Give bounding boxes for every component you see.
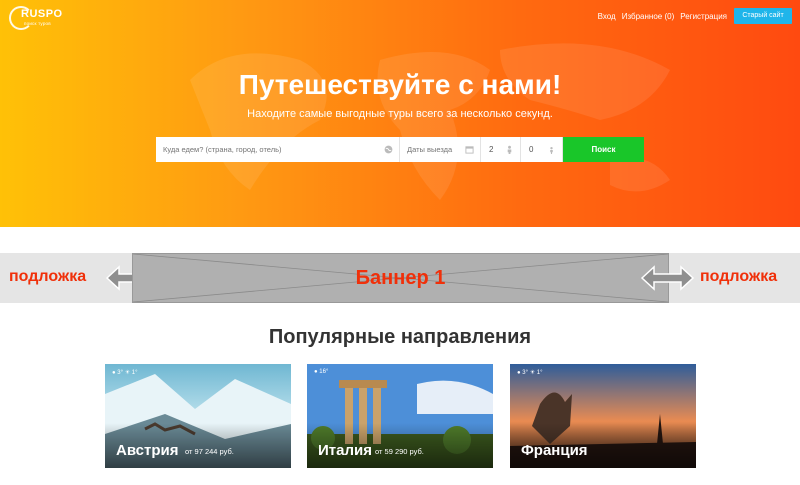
austria-country: Австрия — [116, 442, 179, 459]
double-arrow-right-icon — [640, 265, 695, 291]
child-person-icon — [550, 146, 553, 154]
old-site-button[interactable]: Старый сайт — [734, 8, 792, 24]
hero-title: Путешествуйте с нами! — [238, 69, 562, 100]
austria-price: от 97 244 руб. — [185, 447, 234, 456]
top-nav: Вход Избранное (0) Регистрация — [598, 12, 727, 21]
destination-input[interactable] — [156, 137, 399, 162]
logo[interactable]: RUSPO поиск туров — [9, 6, 69, 32]
hero-subtitle: Находите самые выгодные туры всего за не… — [247, 108, 553, 120]
destination-card-austria[interactable]: ● 3° ☀ 1° Австрия от 97 244 руб. — [105, 364, 291, 468]
globe-icon — [384, 145, 393, 154]
banner-placeholder[interactable]: Баннер 1 — [132, 253, 669, 303]
adults-value: 2 — [489, 145, 494, 154]
destination-card-france[interactable]: ● 3° ☀ 1° Франция — [510, 364, 696, 468]
logo-text: RUSPO — [21, 8, 63, 20]
popular-title: Популярные направления — [268, 326, 532, 348]
italy-price: от 59 290 руб. — [375, 447, 424, 456]
nav-login-link[interactable]: Вход — [598, 12, 616, 21]
france-weather: ● 3° ☀ 1° — [517, 370, 543, 376]
left-backdrop-label: подложка — [9, 268, 87, 285]
nav-favorites-link[interactable]: Избранное (0) — [622, 12, 675, 21]
adults-field[interactable]: 2 — [481, 137, 521, 162]
france-country: Франция — [521, 442, 588, 459]
austria-weather: ● 3° ☀ 1° — [112, 370, 138, 376]
nav-register-link[interactable]: Регистрация — [680, 12, 727, 21]
hero-section: RUSPO поиск туров Вход Избранное (0) Рег… — [0, 0, 800, 227]
world-map-decoration — [190, 43, 670, 200]
italy-weather: ● 16° — [314, 369, 329, 375]
destination-field[interactable] — [156, 137, 400, 162]
search-bar: 2 0 Поиск — [156, 137, 644, 162]
logo-tagline: поиск туров — [24, 21, 51, 26]
kids-value: 0 — [529, 145, 534, 154]
banner-row: подложка Баннер 1 подложка — [0, 253, 800, 303]
italy-country: Италия — [318, 442, 372, 459]
dates-field[interactable] — [400, 137, 481, 162]
right-backdrop-label: подложка — [700, 268, 778, 285]
destination-card-italy[interactable]: ● 16° Италия от 59 290 руб. — [307, 364, 493, 468]
adult-person-icon — [507, 145, 512, 154]
banner-label: Баннер 1 — [355, 267, 446, 289]
search-button[interactable]: Поиск — [563, 137, 644, 162]
kids-field[interactable]: 0 — [521, 137, 563, 162]
calendar-icon — [465, 146, 474, 154]
